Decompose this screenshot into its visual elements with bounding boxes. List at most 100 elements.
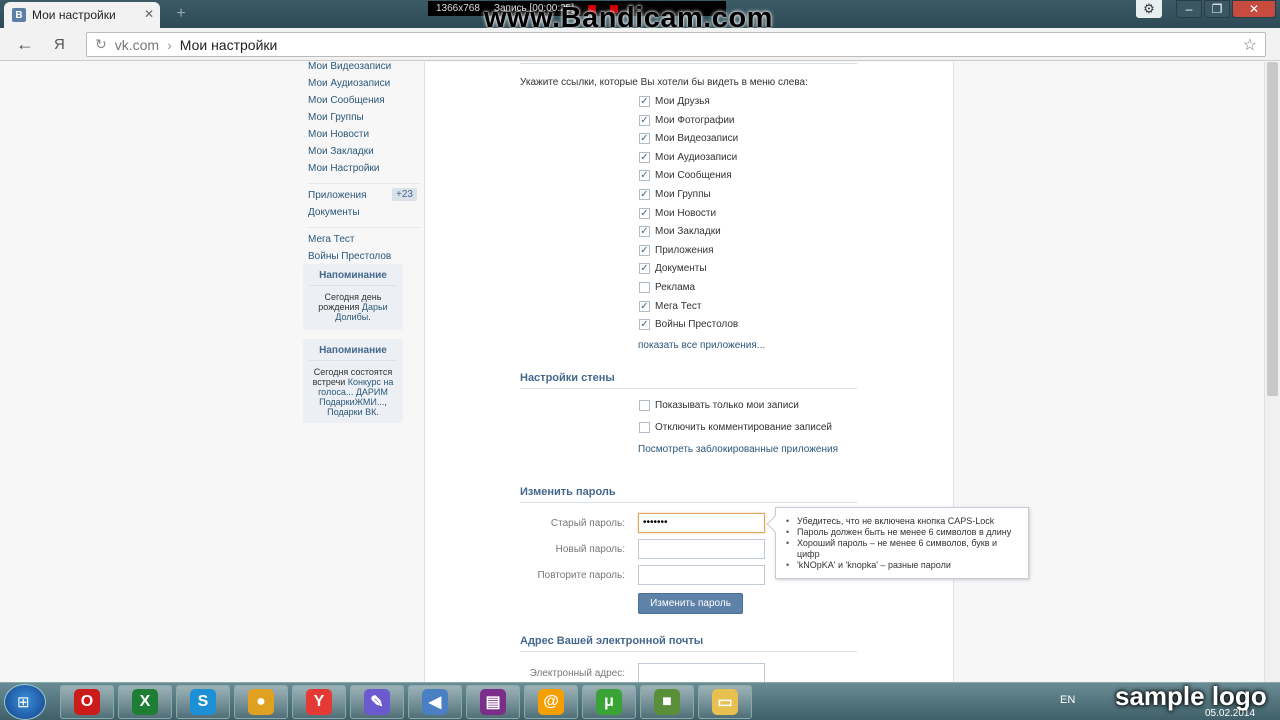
checkbox-checked[interactable]: ✓ xyxy=(639,319,650,331)
menu-option-row[interactable]: ✓ Мои Группы xyxy=(639,189,711,200)
checkbox-checked[interactable]: ✓ xyxy=(639,96,650,107)
reminder-link[interactable]: Подарки ВК xyxy=(327,407,376,417)
checkbox-checked[interactable]: ✓ xyxy=(639,226,650,238)
checkbox-checked[interactable]: ✓ xyxy=(639,244,650,256)
ball-icon: ● xyxy=(248,689,274,715)
yandex-browser-icon: Y xyxy=(306,689,332,715)
maximize-button[interactable]: ❐ xyxy=(1204,0,1230,18)
sidebar-item-settings[interactable]: Мои Настройки xyxy=(308,163,418,180)
browser-tab[interactable]: В Мои настройки ✕ xyxy=(4,2,160,28)
new-password-label: Новый пароль: xyxy=(555,544,625,555)
checkbox[interactable] xyxy=(639,282,650,293)
change-password-title: Изменить пароль xyxy=(520,486,857,503)
reminder-text: Сегодня день рождения Дарьи Долибы. xyxy=(318,292,388,322)
left-menu: Мои Видеозаписи Мои Аудиозаписи Мои Сооб… xyxy=(308,62,420,268)
checkbox-checked[interactable]: ✓ xyxy=(639,151,650,163)
checkbox-label: Мои Группы xyxy=(655,189,711,200)
sidebar-item-news[interactable]: Мои Новости xyxy=(308,129,418,146)
menu-option-row[interactable]: ✓ Документы xyxy=(639,263,707,275)
taskbar-button[interactable]: μ xyxy=(582,685,636,719)
checkbox-checked[interactable]: ✓ xyxy=(639,133,650,145)
password-tips-tooltip: Убедитесь, что не включена кнопка CAPS-L… xyxy=(766,507,1029,579)
taskbar-button[interactable]: O xyxy=(60,685,114,719)
vk-page: Мои Видеозаписи Мои Аудиозаписи Мои Сооб… xyxy=(0,62,1280,682)
utorrent-icon: μ xyxy=(596,689,622,715)
menu-option-row[interactable]: ✓ Мои Фотографии xyxy=(639,114,735,126)
clock-date[interactable]: 05.02.2014 xyxy=(1205,708,1255,719)
start-button[interactable]: ⊞ xyxy=(4,684,46,720)
email-input[interactable] xyxy=(638,663,765,682)
reminder-events: Напоминание Сегодня состоятся встречи Ко… xyxy=(303,339,403,423)
address-bar[interactable]: ↻ vk.com › Мои настройки ☆ xyxy=(86,32,1266,57)
sidebar-item-bookmarks[interactable]: Мои Закладки xyxy=(308,146,418,163)
url-separator: › xyxy=(167,36,172,53)
scrollbar-thumb[interactable] xyxy=(1267,62,1278,396)
resolution-text: 1366x768 xyxy=(436,3,480,14)
taskbar-button[interactable]: ● xyxy=(234,685,288,719)
menu-option-row[interactable]: ✓ Мои Закладки xyxy=(639,226,721,238)
close-window-button[interactable]: ✕ xyxy=(1232,0,1276,18)
new-password-input[interactable] xyxy=(638,539,765,559)
menu-option-row[interactable]: Реклама xyxy=(639,282,695,293)
apps-count-badge[interactable]: +23 xyxy=(392,188,417,201)
checkbox-checked[interactable]: ✓ xyxy=(639,207,650,219)
taskbar-button[interactable]: @ xyxy=(524,685,578,719)
checkbox-checked[interactable]: ✓ xyxy=(639,300,650,312)
taskbar-button[interactable]: S xyxy=(176,685,230,719)
back-icon[interactable]: ← xyxy=(16,34,34,55)
old-password-input[interactable]: ••••••• xyxy=(638,513,765,533)
reload-icon[interactable]: ↻ xyxy=(95,36,107,53)
bookmark-star-icon[interactable]: ☆ xyxy=(1243,35,1257,55)
menu-option-row[interactable]: ✓ Мои Аудиозаписи xyxy=(639,151,737,163)
checkbox-checked[interactable]: ✓ xyxy=(639,189,650,200)
window-controls: – ❐ ✕ xyxy=(1176,0,1276,18)
taskbar-button[interactable]: Y xyxy=(292,685,346,719)
taskbar-button[interactable]: ◀ xyxy=(408,685,462,719)
reminder-title: Напоминание xyxy=(309,270,397,286)
language-indicator[interactable]: EN xyxy=(1060,694,1075,706)
excel-icon: X xyxy=(132,689,158,715)
checkbox-label: Мои Видеозаписи xyxy=(655,133,739,145)
checkbox-label: Приложения xyxy=(655,244,714,256)
checkbox-checked[interactable]: ✓ xyxy=(639,263,650,275)
change-password-button[interactable]: Изменить пароль xyxy=(638,593,743,614)
reminder-birthday: Напоминание Сегодня день рождения Дарьи … xyxy=(303,264,403,330)
taskbar-button[interactable]: ■ xyxy=(640,685,694,719)
blocked-apps-link[interactable]: Посмотреть заблокированные приложения xyxy=(638,444,838,455)
menu-option-row[interactable]: ✓ Приложения xyxy=(639,244,714,256)
sidebar-item-groups[interactable]: Мои Группы xyxy=(308,112,418,129)
yandex-icon[interactable]: Я xyxy=(54,36,65,53)
sidebar-item-videos[interactable]: Мои Видеозаписи xyxy=(308,62,418,78)
checkbox[interactable] xyxy=(639,422,650,433)
minimize-button[interactable]: – xyxy=(1176,0,1202,18)
menu-option-row[interactable]: ✓ Мои Новости xyxy=(639,207,716,219)
close-tab-icon[interactable]: ✕ xyxy=(144,7,154,21)
show-all-apps-link[interactable]: показать все приложения... xyxy=(638,340,765,351)
wall-option-only-mine[interactable]: Показывать только мои записи xyxy=(639,400,799,411)
taskbar-button[interactable]: ✎ xyxy=(350,685,404,719)
menu-option-row[interactable]: ✓ Войны Престолов xyxy=(639,319,738,331)
taskbar-button[interactable]: X xyxy=(118,685,172,719)
settings-gear-icon[interactable]: ⚙ xyxy=(1136,0,1162,18)
taskbar-button[interactable]: ▤ xyxy=(466,685,520,719)
wall-option-disable-comments[interactable]: Отключить комментирование записей xyxy=(639,422,832,433)
checkbox-checked[interactable]: ✓ xyxy=(639,114,650,126)
new-tab-button[interactable]: + xyxy=(170,5,192,23)
menu-option-row[interactable]: ✓ Мои Друзья xyxy=(639,96,710,107)
sidebar-item-documents[interactable]: Документы xyxy=(308,207,418,224)
menu-prompt: Укажите ссылки, которые Вы хотели бы вид… xyxy=(520,77,808,88)
url-host: vk.com xyxy=(114,36,160,53)
menu-option-row[interactable]: ✓ Мега Тест xyxy=(639,300,701,312)
taskbar-button[interactable]: ▭ xyxy=(698,685,752,719)
repeat-password-input[interactable] xyxy=(638,565,765,585)
page-scrollbar[interactable] xyxy=(1264,62,1280,682)
sidebar-item-mega-test[interactable]: Мега Тест xyxy=(308,234,418,251)
menu-option-row[interactable]: ✓ Мои Сообщения xyxy=(639,170,732,182)
menu-option-row[interactable]: ✓ Мои Видеозаписи xyxy=(639,133,739,145)
checkbox[interactable] xyxy=(639,400,650,411)
checkbox-label: Мои Закладки xyxy=(655,226,721,238)
wall-settings-title: Настройки стены xyxy=(520,372,857,389)
checkbox-checked[interactable]: ✓ xyxy=(639,170,650,182)
sidebar-item-messages[interactable]: Мои Сообщения xyxy=(308,95,418,112)
sidebar-item-audios[interactable]: Мои Аудиозаписи xyxy=(308,78,418,95)
